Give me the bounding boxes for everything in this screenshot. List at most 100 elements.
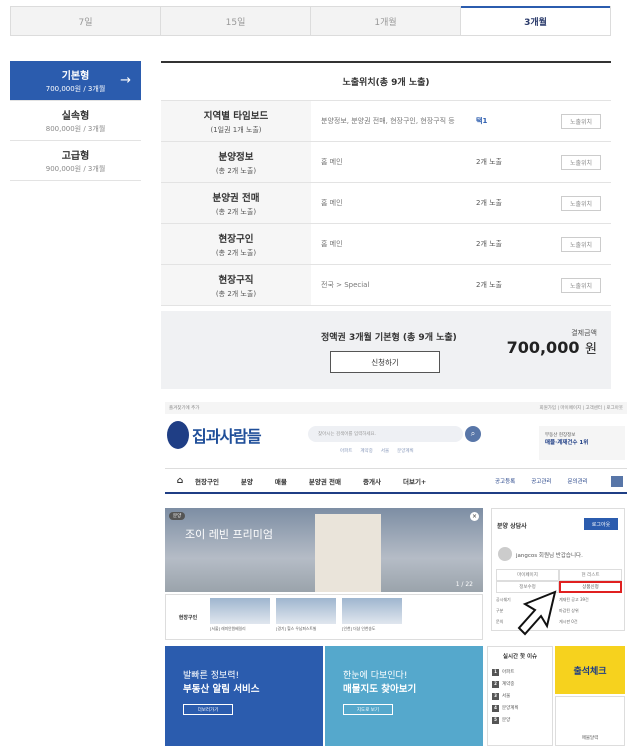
summary-title: 정액권 3개월 기본형 (총 9개 노출) bbox=[321, 333, 457, 343]
user-greeting: jangcos 회원님 반갑습니다. bbox=[516, 553, 583, 559]
mypage-button[interactable]: 마이페이지 bbox=[496, 569, 559, 581]
building-image bbox=[315, 514, 381, 592]
table-row: 현장구직 (총 2개 노출) 전국 > Special 2개 노출 노출위치 bbox=[161, 265, 611, 306]
thumb-caption: [경기] 힐스 우남퍼스트빌 bbox=[276, 626, 317, 631]
row-location: 홈 메인 bbox=[321, 199, 343, 207]
nav-right-item[interactable]: 공고관리 bbox=[531, 477, 551, 485]
plan-value[interactable]: 실속형 800,000원 / 3개월 bbox=[10, 101, 141, 141]
search-icon[interactable]: ⌕ bbox=[465, 426, 481, 442]
list-item[interactable]: 2 계약중 bbox=[492, 678, 548, 690]
site-logo[interactable]: 집과사람들 bbox=[167, 421, 262, 449]
list-item[interactable]: 5 분양 bbox=[492, 714, 548, 726]
listing-thumb[interactable]: [인천] 더샵 인천송도 bbox=[342, 598, 402, 636]
nav-item[interactable]: 중개사 bbox=[363, 476, 381, 486]
plan-list: 기본형 700,000원 / 3개월 → 실속형 800,000원 / 3개월 … bbox=[10, 61, 141, 181]
nav-item[interactable]: 매물 bbox=[275, 476, 287, 486]
nav-right-item[interactable]: 문의관리 bbox=[568, 477, 588, 485]
row-count: 2개 노출 bbox=[476, 240, 502, 248]
site-preview: 즐겨찾기에 추가 회원가입 | 마이페이지 | 고객센터 | 로그아웃 집과사람… bbox=[165, 402, 627, 748]
row-count: 2개 노출 bbox=[476, 199, 502, 207]
apply-button[interactable]: 신청하기 bbox=[330, 351, 440, 373]
hero-banner[interactable]: 분양 조이 레빈 프리미엄 × 1 / 22 bbox=[165, 508, 483, 592]
member-links[interactable]: 회원가입 | 마이페이지 | 고객센터 | 로그아웃 bbox=[539, 405, 623, 411]
row-sub: (총 2개 노출) bbox=[215, 166, 257, 175]
payment-unit: 원 bbox=[585, 342, 597, 357]
tag-link[interactable]: 아파트 bbox=[340, 448, 352, 454]
panel-title: 분양 상담사 bbox=[497, 523, 527, 530]
payment-value: 700,000 bbox=[506, 338, 580, 357]
tab-1month[interactable]: 1개월 bbox=[311, 7, 461, 35]
logout-button[interactable]: 로그아웃 bbox=[584, 518, 618, 530]
plan-price: 700,000원 / 3개월 bbox=[45, 85, 106, 93]
hero-title: 조이 레빈 프리미엄 bbox=[185, 528, 273, 541]
location-button[interactable]: 노출위치 bbox=[561, 277, 601, 293]
tag-link[interactable]: 분양계획 bbox=[397, 448, 414, 454]
mascot-icon bbox=[167, 421, 189, 449]
listing-thumb[interactable]: [경기] 힐스 우남퍼스트빌 bbox=[276, 598, 336, 636]
hot-issues: 실시간 핫 이슈 1 아파트 2 계약중 3 서울 4 분양계획 5 분양 bbox=[487, 646, 553, 746]
row-sub: (총 2개 노출) bbox=[215, 207, 257, 216]
strip-label: 현장구인 bbox=[178, 614, 198, 621]
promo-line2: 부동산 알림 서비스 bbox=[183, 684, 260, 695]
location-button[interactable]: 노출위치 bbox=[561, 154, 601, 170]
list-button[interactable]: 현 리스트 bbox=[559, 569, 622, 581]
nav-item[interactable]: 분양 bbox=[241, 476, 253, 486]
nav-item[interactable]: 분양권 전매 bbox=[309, 476, 341, 486]
banner-line1: 부동산 현장정보 bbox=[545, 433, 576, 438]
tab-15days[interactable]: 15일 bbox=[161, 7, 311, 35]
period-tabs: 7일 15일 1개월 3개월 bbox=[10, 6, 611, 36]
plan-price: 800,000원 / 3개월 bbox=[45, 125, 106, 133]
list-item[interactable]: 4 분양계획 bbox=[492, 702, 548, 714]
stat-item: 게시판 0건 bbox=[559, 619, 578, 624]
calendar-banner[interactable]: 매물달력 bbox=[555, 696, 625, 746]
main-nav: ⌂ 현장구인 분양 매물 분양권 전매 중개사 더보기+ 공고등록 공고관리 문… bbox=[165, 468, 627, 494]
location-button[interactable]: 노출위치 bbox=[561, 236, 601, 252]
row-location: 전국 > Special bbox=[321, 281, 370, 289]
avatar bbox=[498, 547, 512, 561]
product-apply-button[interactable]: 상품신청 bbox=[559, 581, 622, 593]
exposure-table: 노출위치(총 9개 노출) 지역별 타임보드 (1일권 1개 노출) 분양정보, … bbox=[161, 61, 611, 306]
promo-line2: 매물지도 찾아보기 bbox=[343, 684, 417, 695]
plan-premium[interactable]: 고급형 900,000원 / 3개월 bbox=[10, 141, 141, 181]
top-banner[interactable]: 부동산 현장정보 매물·계재건수 1위 bbox=[539, 426, 625, 460]
plan-basic[interactable]: 기본형 700,000원 / 3개월 → bbox=[10, 61, 141, 101]
list-item[interactable]: 3 서울 bbox=[492, 690, 548, 702]
site-topbar: 즐겨찾기에 추가 회원가입 | 마이페이지 | 고객센터 | 로그아웃 bbox=[165, 402, 627, 414]
nav-right-item[interactable]: 공고등록 bbox=[495, 477, 515, 485]
row-sub: (총 2개 노출) bbox=[215, 289, 257, 298]
issues-title: 실시간 핫 이슈 bbox=[502, 654, 538, 660]
bookmark-link[interactable]: 즐겨찾기에 추가 bbox=[169, 405, 199, 411]
map-search-promo[interactable]: 한눈에 다보인다! 매물지도 찾아보기 지도로 보기 bbox=[325, 646, 483, 746]
plan-name: 고급형 bbox=[61, 151, 90, 162]
alert-service-promo[interactable]: 발빠른 정보력! 부동산 알림 서비스 더보러가기 bbox=[165, 646, 323, 746]
location-button[interactable]: 노출위치 bbox=[561, 113, 601, 129]
menu-icon[interactable] bbox=[611, 476, 623, 487]
stat-item: 계재된 공고 39건 bbox=[559, 597, 589, 602]
promo-button[interactable]: 더보러가기 bbox=[183, 704, 233, 715]
thumb-caption: [서울] 래미안원베일리 bbox=[210, 626, 246, 631]
attendance-banner[interactable]: 출석체크 bbox=[555, 646, 625, 694]
row-count: 2개 노출 bbox=[476, 281, 502, 289]
plan-name: 기본형 bbox=[61, 71, 90, 82]
tag-link[interactable]: 서울 bbox=[381, 448, 389, 454]
nav-item[interactable]: 더보기+ bbox=[403, 476, 426, 486]
table-row: 지역별 타임보드 (1일권 1개 노출) 분양정보, 분양권 전매, 현장구인, … bbox=[161, 101, 611, 142]
promo-button[interactable]: 지도로 보기 bbox=[343, 704, 393, 715]
promo-line1: 한눈에 다보인다! bbox=[343, 671, 408, 681]
listing-strip: 현장구인 [서울] 래미안원베일리 [경기] 힐스 우남퍼스트빌 [인천] 더샵… bbox=[165, 594, 483, 640]
location-button[interactable]: 노출위치 bbox=[561, 195, 601, 211]
tag-link[interactable]: 계약중 bbox=[360, 448, 372, 454]
row-location: 분양정보, 분양권 전매, 현장구인, 현장구직 등 bbox=[321, 117, 455, 125]
listing-thumb[interactable]: [서울] 래미안원베일리 bbox=[210, 598, 270, 636]
search-input[interactable]: 찾아시는 검색어를 입력하세요. bbox=[308, 426, 463, 442]
nav-item[interactable]: 현장구인 bbox=[195, 476, 219, 486]
tab-7days[interactable]: 7일 bbox=[11, 7, 161, 35]
home-icon[interactable]: ⌂ bbox=[165, 476, 195, 486]
logo-text: 집과사람들 bbox=[192, 427, 262, 446]
list-item[interactable]: 1 아파트 bbox=[492, 666, 548, 678]
search-tags: 아파트 계약중 서울 분양계획 bbox=[340, 448, 414, 454]
close-icon[interactable]: × bbox=[470, 512, 479, 521]
tab-3months[interactable]: 3개월 bbox=[461, 6, 610, 35]
exposure-header: 노출위치(총 9개 노출) bbox=[161, 61, 611, 101]
stat-item: 마감된 상위 bbox=[559, 608, 579, 613]
